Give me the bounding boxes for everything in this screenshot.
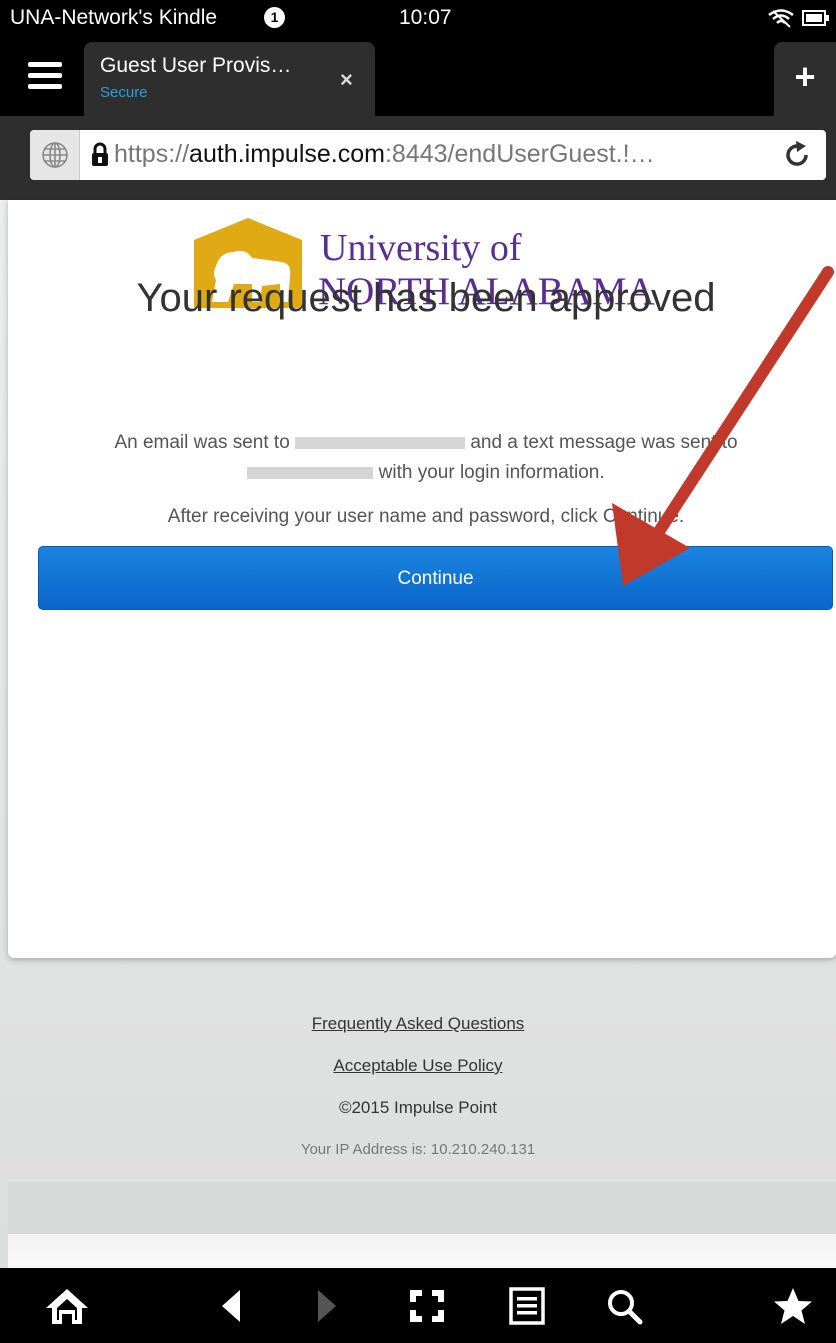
new-tab-button[interactable]: + [774, 42, 836, 116]
reading-view-icon[interactable] [504, 1286, 550, 1326]
globe-icon [42, 142, 68, 168]
footer-bottom [8, 1234, 836, 1268]
wifi-icon [768, 9, 794, 28]
continue-button[interactable]: Continue [38, 546, 833, 610]
search-icon[interactable] [602, 1286, 648, 1326]
menu-icon[interactable] [28, 62, 62, 90]
url-field[interactable]: https://auth.impulse.com:8443/endUserGue… [30, 130, 826, 180]
logo-line-1: University of [320, 227, 522, 269]
back-icon[interactable] [210, 1286, 256, 1326]
instruction-text: After receiving your user name and passw… [167, 506, 685, 527]
reload-icon[interactable] [782, 140, 812, 170]
redacted-email [295, 436, 466, 449]
clock: 10:07 [399, 6, 452, 29]
bottom-nav [0, 1268, 836, 1343]
tab-secure-label: Secure [100, 84, 148, 101]
redacted-phone [247, 466, 374, 479]
ip-address-text: Your IP Address is: 10.210.240.131 [300, 1141, 536, 1158]
home-icon[interactable] [44, 1286, 90, 1326]
acceptable-use-link[interactable]: Acceptable Use Policy [0, 1056, 836, 1076]
page-title: Your request has been approved [136, 276, 716, 320]
fullscreen-icon[interactable] [404, 1286, 450, 1326]
device-name: UNA-Network's Kindle [10, 6, 218, 29]
confirmation-message: An email was sent to and a text message … [114, 432, 738, 483]
footer-band [8, 1180, 836, 1234]
battery-icon [802, 10, 829, 26]
tab-title: Guest User Provis… [100, 54, 292, 77]
lock-icon [92, 142, 108, 166]
faq-link[interactable]: Frequently Asked Questions [0, 1014, 836, 1034]
notification-badge[interactable]: 1 [264, 7, 285, 28]
globe-button[interactable] [30, 130, 80, 180]
status-bar: UNA-Network's Kindle 1 10:07 [0, 0, 836, 34]
forward-icon[interactable] [302, 1286, 348, 1326]
copyright-text: ©2015 Impulse Point [338, 1098, 498, 1117]
content-card: University of NORTH ALABAMA Your request… [8, 200, 836, 958]
tab-bar: Guest User Provis… Secure × + [0, 34, 836, 116]
page-content: University of NORTH ALABAMA Your request… [0, 200, 836, 1268]
browser-tab[interactable]: Guest User Provis… Secure × [84, 42, 375, 116]
address-bar: https://auth.impulse.com:8443/endUserGue… [0, 116, 836, 200]
close-tab-icon[interactable]: × [340, 67, 353, 93]
favorites-icon[interactable] [770, 1286, 816, 1326]
url-text: https://auth.impulse.com:8443/endUserGue… [114, 140, 655, 168]
